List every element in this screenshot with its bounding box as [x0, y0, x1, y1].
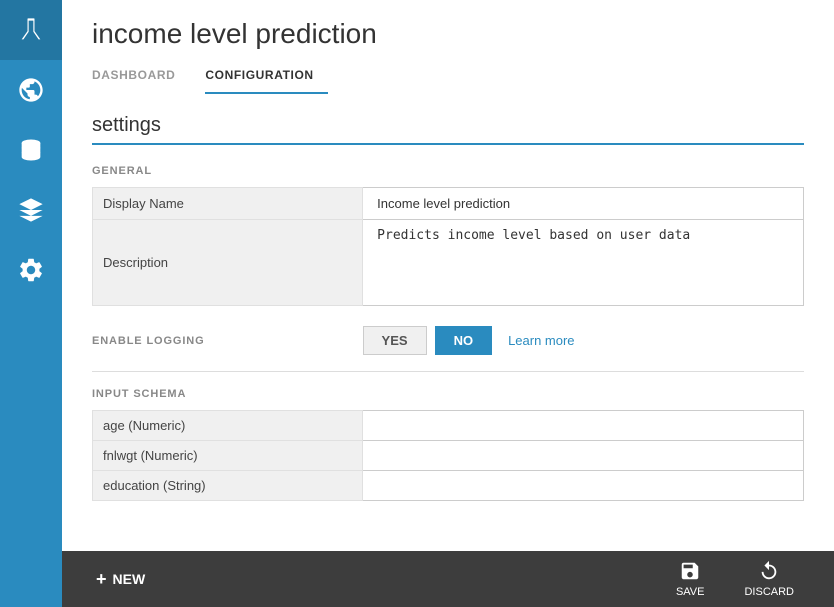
data-icon: [17, 136, 45, 164]
description-label: Description: [93, 220, 363, 306]
schema-input-fnlwgt[interactable]: [373, 446, 793, 465]
page-title: income level prediction: [92, 18, 804, 50]
display-name-input[interactable]: [373, 194, 793, 213]
no-button[interactable]: NO: [435, 326, 493, 355]
yes-button[interactable]: YES: [363, 326, 427, 355]
bottom-bar: + NEW SAVE DISCARD: [62, 551, 834, 607]
sidebar-item-settings[interactable]: [0, 240, 62, 300]
settings-content: settings GENERAL Display Name Descriptio…: [62, 94, 834, 551]
discard-icon: [758, 560, 780, 582]
schema-table: age (Numeric) fnlwgt (Numeric) education…: [92, 410, 804, 501]
discard-label: DISCARD: [744, 586, 794, 598]
sidebar-item-cube[interactable]: [0, 180, 62, 240]
globe-icon: [17, 76, 45, 104]
sidebar-item-globe[interactable]: [0, 60, 62, 120]
toggle-group: YES NO Learn more: [363, 326, 575, 355]
description-textarea[interactable]: Predicts income level based on user data: [373, 226, 793, 296]
schema-field-fnlwgt: fnlwgt (Numeric): [93, 441, 363, 471]
schema-value-age: [363, 411, 804, 441]
header: income level prediction DASHBOARD CONFIG…: [62, 0, 834, 94]
input-schema-label: INPUT SCHEMA: [92, 388, 804, 400]
table-row: fnlwgt (Numeric): [93, 441, 804, 471]
new-button[interactable]: + NEW: [82, 561, 159, 598]
plus-icon: +: [96, 569, 107, 590]
table-row: education (String): [93, 471, 804, 501]
save-icon: [679, 560, 701, 582]
learn-more-link[interactable]: Learn more: [508, 333, 574, 348]
main-content: income level prediction DASHBOARD CONFIG…: [62, 0, 834, 607]
display-name-value-cell: [363, 188, 804, 220]
schema-field-age: age (Numeric): [93, 411, 363, 441]
description-row: Description Predicts income level based …: [93, 220, 804, 306]
gear-icon: [17, 256, 45, 284]
save-button[interactable]: SAVE: [656, 560, 725, 598]
cube-icon: [17, 196, 45, 224]
new-label: NEW: [113, 571, 146, 587]
general-label: GENERAL: [92, 165, 804, 177]
discard-button[interactable]: DISCARD: [724, 560, 814, 598]
schema-input-education[interactable]: [373, 476, 793, 495]
display-name-row: Display Name: [93, 188, 804, 220]
schema-field-education: education (String): [93, 471, 363, 501]
save-label: SAVE: [676, 586, 705, 598]
table-row: age (Numeric): [93, 411, 804, 441]
sidebar: [0, 0, 62, 607]
schema-value-education: [363, 471, 804, 501]
tab-dashboard[interactable]: DASHBOARD: [92, 62, 189, 94]
section-divider: [92, 143, 804, 145]
schema-value-fnlwgt: [363, 441, 804, 471]
general-form: Display Name Description Predicts income…: [92, 187, 804, 306]
schema-input-age[interactable]: [373, 416, 793, 435]
section-title: settings: [92, 114, 804, 137]
sidebar-item-flask[interactable]: [0, 0, 62, 60]
logging-label: ENABLE LOGGING: [92, 335, 363, 347]
logging-row: ENABLE LOGGING YES NO Learn more: [92, 326, 804, 372]
flask-icon: [17, 16, 45, 44]
sidebar-item-data[interactable]: [0, 120, 62, 180]
tab-configuration[interactable]: CONFIGURATION: [205, 62, 327, 94]
tabs: DASHBOARD CONFIGURATION: [92, 62, 804, 94]
description-value-cell: Predicts income level based on user data: [363, 220, 804, 306]
display-name-label: Display Name: [93, 188, 363, 220]
